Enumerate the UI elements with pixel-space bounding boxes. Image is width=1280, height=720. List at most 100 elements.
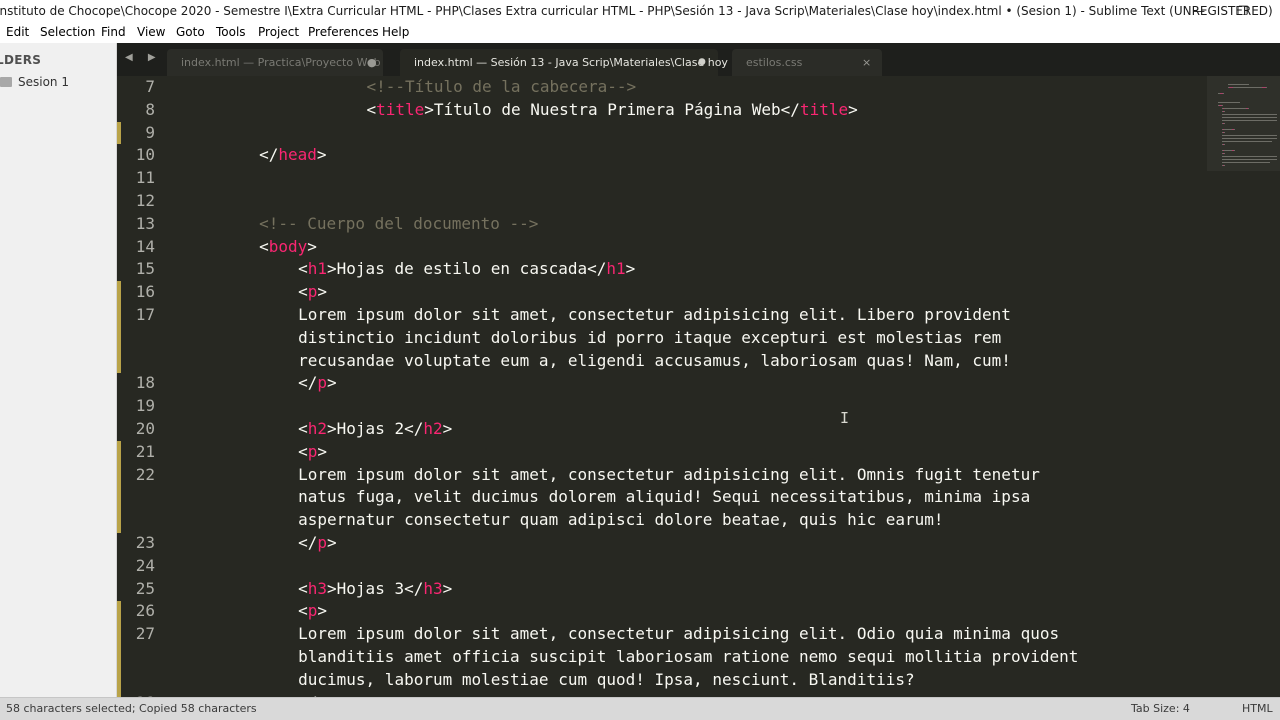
minimap-line (1224, 144, 1226, 145)
code-token: > (307, 236, 317, 256)
code-line[interactable]: Lorem ipsum dolor sit amet, consectetur … (298, 304, 1011, 327)
menu-view[interactable]: View (137, 23, 165, 42)
tab-nav-arrows[interactable]: ◀ ▶ (125, 52, 162, 63)
line-number: 15 (135, 259, 155, 279)
restore-button[interactable]: ❐ (1220, 0, 1266, 23)
menu-help[interactable]: Help (382, 23, 409, 42)
minimap[interactable] (1207, 76, 1280, 697)
menu-goto[interactable]: Goto (176, 23, 205, 42)
code-line[interactable]: <!-- Cuerpo del documento --> (259, 213, 538, 236)
code-line[interactable]: distinctio incidunt doloribus id porro i… (298, 327, 1001, 350)
line-number: 19 (135, 396, 155, 416)
menu-preferences[interactable]: Preferences (308, 23, 379, 42)
code-token: > (442, 419, 453, 438)
code-token: < (298, 259, 308, 279)
line-number (117, 486, 175, 509)
code-token: Título de Nuestra Primera Página Web (433, 99, 781, 119)
tab-estilos-css[interactable]: estilos.css × (732, 49, 882, 76)
syntax-indicator[interactable]: HTML (1242, 698, 1273, 720)
line-number: 12 (135, 191, 155, 210)
code-line[interactable]: <!--Título de la cabecera--> (366, 76, 636, 99)
tag-name: h3 (307, 578, 328, 598)
menu-find[interactable]: Find (101, 23, 126, 42)
code-line[interactable]: <h1>Hojas de estilo en cascada</h1> (298, 258, 635, 281)
code-comment: <!-- Cuerpo del documento --> (259, 213, 539, 233)
code-token: < (298, 419, 308, 438)
sidebar-item-label: Sesion 1 (18, 75, 69, 89)
code-token: ducimus, laborum molestiae cum quod! Ips… (298, 669, 915, 689)
code-line[interactable]: blanditiis amet officia suscipit laborio… (298, 646, 1078, 669)
code-line[interactable]: <h2>Hojas 2</h2> (298, 418, 452, 441)
code-line[interactable]: </p> (298, 532, 337, 555)
title-bar: Instituto de Chocope\Chocope 2020 - Seme… (0, 0, 1280, 23)
code-line[interactable]: Lorem ipsum dolor sit amet, consectetur … (298, 464, 1040, 487)
line-number: 17 (135, 305, 155, 324)
code-token: > (327, 533, 337, 552)
code-line[interactable]: <p> (298, 441, 327, 464)
code-token: > (317, 441, 328, 461)
minimap-line (1233, 150, 1235, 151)
tab-size-indicator[interactable]: Tab Size: 4 (1131, 698, 1190, 720)
code-line[interactable]: </p> (298, 372, 337, 395)
folder-icon (0, 77, 12, 87)
tab-index-clase-hoy[interactable]: index.html — Sesión 13 - Java Scrip\Mate… (400, 49, 728, 76)
code-token: distinctio incidunt doloribus id porro i… (298, 327, 1002, 347)
code-token: </ (259, 145, 279, 165)
code-line[interactable]: <p> (298, 600, 327, 623)
code-token: Lorem ipsum dolor sit amet, consectetur … (298, 464, 1040, 484)
tag-name: body (268, 236, 308, 256)
line-number (117, 350, 175, 373)
code-token: > (625, 259, 636, 279)
minimize-button[interactable]: — (1176, 0, 1222, 23)
minimap-line (1224, 165, 1226, 166)
unsaved-dot-icon[interactable]: ● (698, 49, 706, 76)
tab-label: index.html — Practica\Proyecto Web (181, 56, 381, 69)
code-line[interactable]: <p> (298, 281, 327, 304)
minimap-line (1228, 84, 1250, 85)
menu-selection[interactable]: Selection (40, 23, 95, 42)
code-token: </ (404, 578, 424, 598)
code-line[interactable]: <title>Título de Nuestra Primera Página … (366, 99, 857, 122)
minimap-line (1221, 114, 1277, 115)
code-token: blanditiis amet officia suscipit laborio… (298, 647, 1079, 666)
tag-name: h1 (606, 259, 626, 279)
menu-project[interactable]: Project (258, 23, 299, 42)
tag-name: h1 (307, 259, 328, 279)
code-token: </ (298, 373, 318, 393)
code-token: > (327, 259, 337, 279)
code-line[interactable]: recusandae voluptate eum a, eligendi acc… (298, 350, 1011, 373)
window-title: Instituto de Chocope\Chocope 2020 - Seme… (0, 4, 1273, 18)
minimap-line (1233, 87, 1261, 88)
minimap-line (1222, 105, 1224, 106)
line-number: 7 (145, 77, 155, 96)
menu-edit[interactable]: Edit (6, 23, 29, 42)
tag-name: p (317, 373, 328, 393)
line-number: 24 (135, 555, 155, 575)
code-token: < (366, 99, 377, 119)
tag-name: title (799, 99, 849, 119)
minimap-line (1223, 132, 1225, 133)
code-line[interactable]: aspernatur consectetur quam adipisci dol… (298, 509, 943, 532)
code-token: > (327, 419, 337, 438)
code-line[interactable]: natus fuga, velit ducimus dolorem aliqui… (298, 486, 1030, 509)
code-line[interactable]: Lorem ipsum dolor sit amet, consectetur … (298, 623, 1059, 646)
code-line[interactable]: <body> (259, 236, 317, 259)
code-line[interactable]: ducimus, laborum molestiae cum quod! Ips… (298, 669, 915, 692)
line-number: 27 (135, 624, 155, 644)
code-token: < (298, 601, 308, 621)
code-token: < (259, 236, 269, 256)
close-icon[interactable]: × (862, 49, 871, 76)
line-number: 14 (135, 236, 155, 256)
code-line[interactable]: </head> (259, 144, 326, 167)
code-token: Lorem ipsum dolor sit amet, consectetur … (298, 624, 1060, 644)
code-token: </ (404, 419, 424, 438)
code-token: > (316, 145, 327, 165)
line-number: 22 (135, 464, 155, 484)
line-number: 26 (135, 601, 155, 621)
tab-index-proyecto-web[interactable]: index.html — Practica\Proyecto Web ● (167, 49, 383, 76)
code-line[interactable]: <h3>Hojas 3</h3> (298, 578, 452, 601)
code-token: Hojas de estilo en cascada (336, 259, 588, 279)
menu-tools[interactable]: Tools (216, 23, 246, 42)
code-editor[interactable]: 7891011121314151617181920212223242526272… (117, 76, 1207, 697)
unsaved-dot-icon[interactable]: ● (367, 49, 377, 76)
